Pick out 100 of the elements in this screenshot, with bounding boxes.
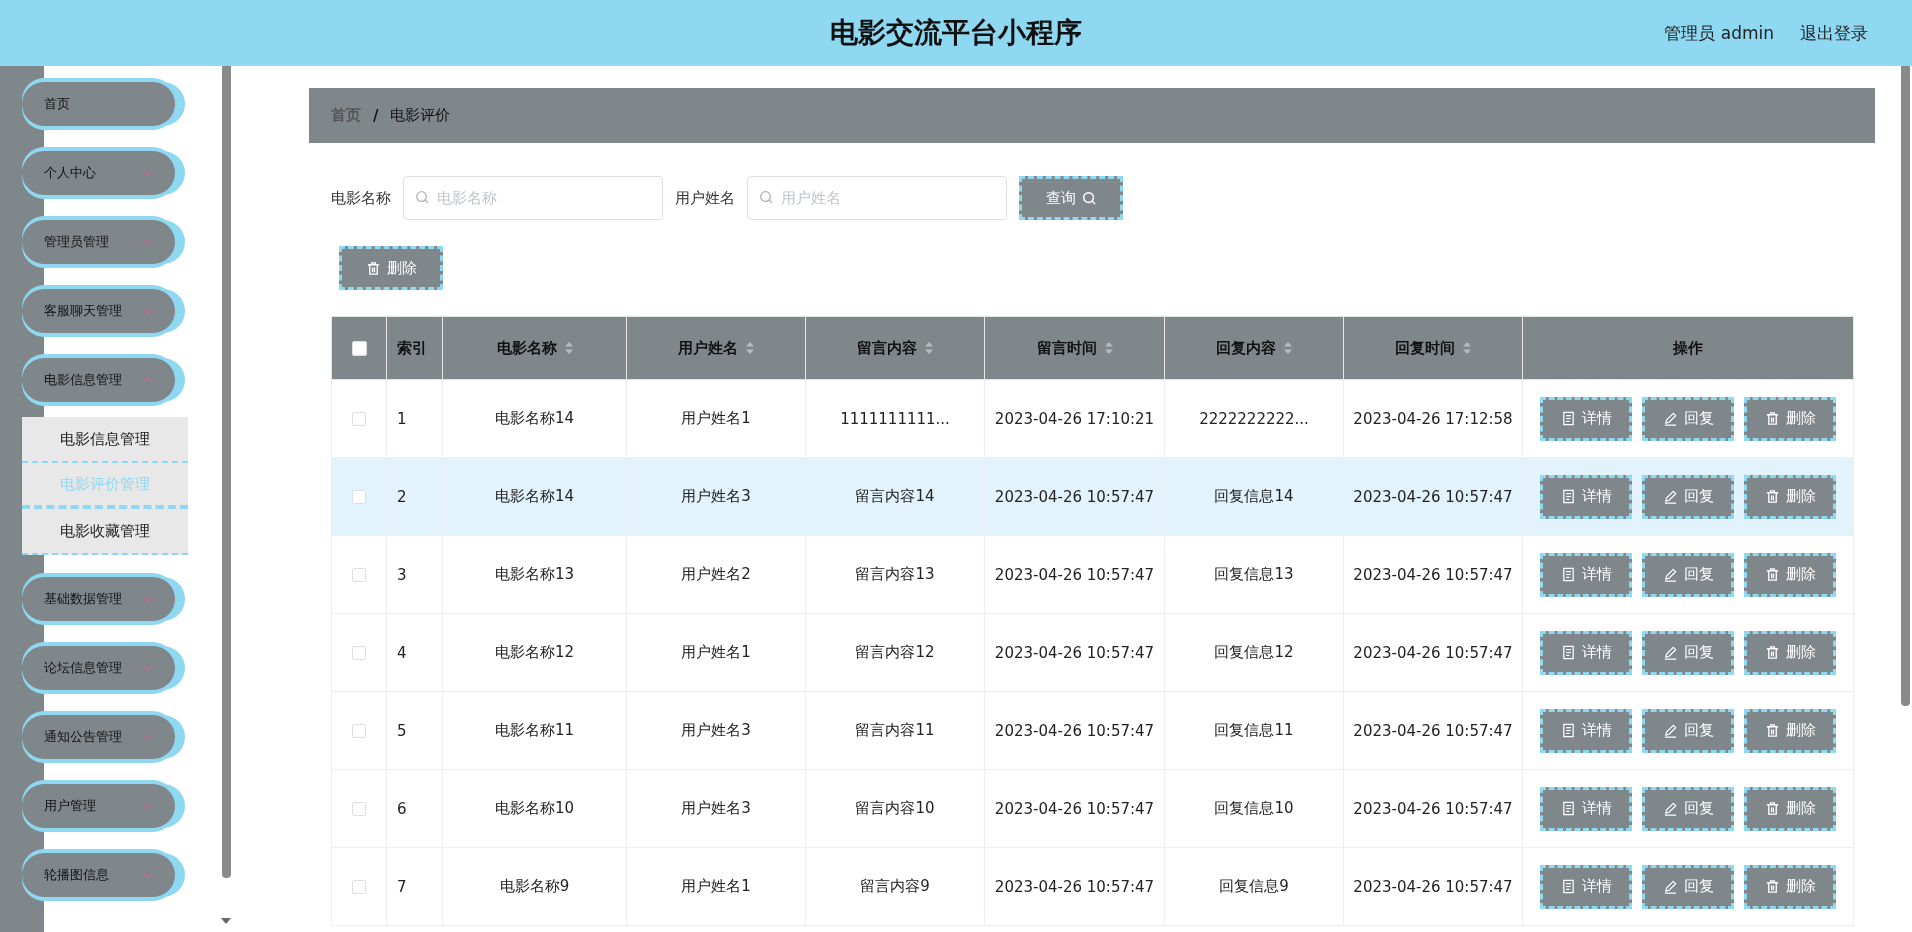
table-cell: 6 <box>397 799 407 818</box>
submenu-item[interactable]: 电影信息管理 <box>22 417 188 463</box>
app-title: 电影交流平台小程序 <box>830 15 1082 51</box>
table-cell: 2023-04-26 17:12:58 <box>1353 409 1513 428</box>
delete-button[interactable]: 删除 <box>1744 786 1836 831</box>
detail-button[interactable]: 详情 <box>1540 396 1632 441</box>
table-cell: 留言内容12 <box>855 643 935 661</box>
table-cell: 2023-04-26 17:10:21 <box>994 409 1155 428</box>
trash-icon <box>1764 411 1780 426</box>
reply-button[interactable]: 回复 <box>1642 864 1734 909</box>
document-icon <box>1560 411 1576 426</box>
sort-icon[interactable] <box>564 341 573 355</box>
scrollbar[interactable] <box>222 66 231 878</box>
sort-icon[interactable] <box>925 341 933 355</box>
reply-button[interactable]: 回复 <box>1642 708 1734 753</box>
search-icon <box>1081 190 1097 206</box>
row-checkbox[interactable] <box>352 490 366 504</box>
detail-button[interactable]: 详情 <box>1540 708 1632 753</box>
delete-button[interactable]: 删除 <box>1744 396 1836 441</box>
column-header: 留言内容 <box>857 338 917 358</box>
detail-button[interactable]: 详情 <box>1540 786 1632 831</box>
breadcrumb-item: 电影评价 <box>390 106 451 125</box>
table-cell: 回复信息12 <box>1214 643 1294 661</box>
column-header: 留言时间 <box>1036 338 1097 358</box>
sort-icon[interactable] <box>1284 341 1292 355</box>
user-label: 管理员 admin <box>1664 21 1774 45</box>
reply-button[interactable]: 回复 <box>1642 786 1734 831</box>
field-label: 用户姓名 <box>675 188 735 208</box>
sort-icon[interactable] <box>746 341 754 355</box>
trash-icon <box>1764 879 1780 894</box>
table-cell: 电影名称9 <box>499 877 570 895</box>
table-cell: 回复信息11 <box>1214 721 1294 739</box>
chevron-icon <box>142 238 153 246</box>
detail-button[interactable]: 详情 <box>1540 630 1632 675</box>
delete-button[interactable]: 删除 <box>1744 552 1836 597</box>
sort-icon[interactable] <box>1104 341 1113 355</box>
pencil-icon <box>1662 411 1678 426</box>
sort-icon[interactable] <box>1463 341 1471 355</box>
detail-button[interactable]: 详情 <box>1540 552 1632 597</box>
detail-button[interactable]: 详情 <box>1540 474 1632 519</box>
column-header: 回复时间 <box>1395 338 1455 358</box>
reply-button[interactable]: 回复 <box>1642 552 1734 597</box>
row-checkbox[interactable] <box>352 724 366 738</box>
row-checkbox[interactable] <box>352 568 366 582</box>
scroll-down-icon[interactable] <box>221 918 231 924</box>
table-cell: 用户姓名3 <box>681 799 751 817</box>
table-cell: 7 <box>397 877 407 896</box>
delete-button[interactable]: 删除 <box>339 246 443 290</box>
row-checkbox[interactable] <box>352 646 366 660</box>
table-cell: 3 <box>397 565 407 584</box>
table-cell: 2023-04-26 10:57:47 <box>994 565 1155 584</box>
table-cell: 回复信息9 <box>1219 877 1289 895</box>
table-cell: 用户姓名1 <box>681 409 751 427</box>
table-cell: 电影名称13 <box>494 565 575 583</box>
table-cell: 2023-04-26 10:57:47 <box>994 877 1155 896</box>
table-cell: 留言内容11 <box>855 721 935 739</box>
column-header: 回复内容 <box>1216 338 1276 358</box>
table-cell: 2 <box>397 487 407 506</box>
delete-button[interactable]: 删除 <box>1744 630 1836 675</box>
column-header: 索引 <box>397 338 427 358</box>
delete-button[interactable]: 删除 <box>1744 708 1836 753</box>
pencil-icon <box>1662 489 1678 504</box>
reply-button[interactable]: 回复 <box>1642 396 1734 441</box>
scrollbar[interactable] <box>1901 66 1910 706</box>
trash-icon <box>1764 567 1780 582</box>
table-cell: 4 <box>397 643 407 662</box>
submenu-item[interactable]: 电影收藏管理 <box>22 509 188 555</box>
select-all-checkbox[interactable] <box>351 341 367 356</box>
reply-button[interactable]: 回复 <box>1642 630 1734 675</box>
table-cell: 2023-04-26 10:57:47 <box>1353 721 1513 740</box>
chevron-icon <box>142 169 153 177</box>
search-field[interactable]: 用户姓名 <box>747 176 1007 220</box>
table-cell: 电影名称14 <box>494 409 575 427</box>
table-cell: 用户姓名2 <box>681 565 751 583</box>
chevron-icon <box>142 802 153 810</box>
row-checkbox[interactable] <box>352 412 366 426</box>
document-icon <box>1560 801 1576 816</box>
row-checkbox[interactable] <box>352 880 366 894</box>
pencil-icon <box>1662 879 1678 894</box>
delete-button[interactable]: 删除 <box>1744 864 1836 909</box>
reply-button[interactable]: 回复 <box>1642 474 1734 519</box>
table-cell: 用户姓名1 <box>681 643 751 661</box>
document-icon <box>1560 645 1576 660</box>
table-cell: 留言内容9 <box>860 877 930 895</box>
table-cell: 2023-04-26 10:57:47 <box>1353 799 1513 818</box>
document-icon <box>1560 567 1576 582</box>
table-cell: 2023-04-26 10:57:47 <box>1353 643 1513 662</box>
table-cell: 2222222222... <box>1199 409 1309 428</box>
pencil-icon <box>1662 645 1678 660</box>
column-header: 用户姓名 <box>678 338 738 358</box>
delete-button[interactable]: 删除 <box>1744 474 1836 519</box>
row-checkbox[interactable] <box>352 802 366 816</box>
detail-button[interactable]: 详情 <box>1540 864 1632 909</box>
search-button[interactable]: 查询 <box>1019 176 1123 220</box>
search-field[interactable]: 电影名称 <box>403 176 663 220</box>
pencil-icon <box>1662 567 1678 582</box>
logout-link[interactable]: 退出登录 <box>1800 21 1868 45</box>
table-cell: 用户姓名3 <box>681 487 751 505</box>
pencil-icon <box>1662 723 1678 738</box>
table-cell: 回复信息13 <box>1214 565 1294 583</box>
